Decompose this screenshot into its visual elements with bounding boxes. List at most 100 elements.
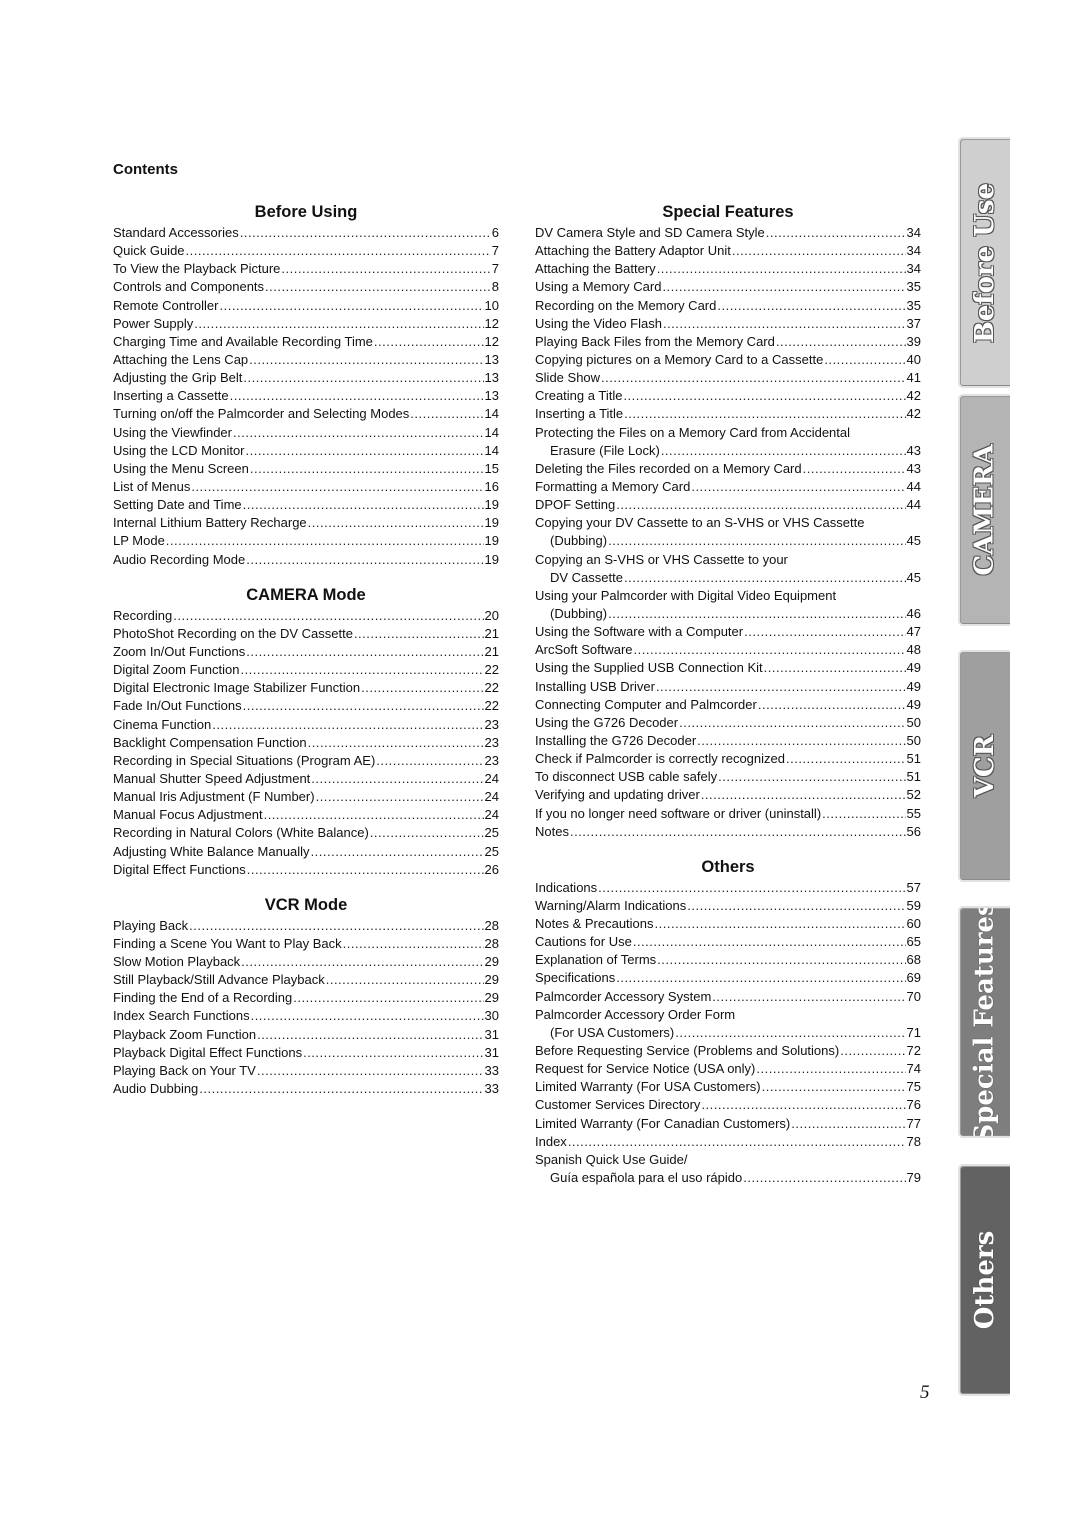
side-tab-label: Before Use <box>970 182 1001 343</box>
toc-entry[interactable]: Backlight Compensation Function 23 <box>113 734 499 752</box>
toc-entry[interactable]: Power Supply 12 <box>113 315 499 333</box>
toc-entry[interactable]: Digital Effect Functions 26 <box>113 861 499 879</box>
toc-entry-title: Using the Video Flash <box>535 315 662 331</box>
toc-entry[interactable]: Slide Show 41 <box>535 369 921 387</box>
toc-entry-title: Formatting a Memory Card <box>535 478 691 494</box>
toc-entry[interactable]: Connecting Computer and Palmcorder 49 <box>535 696 921 714</box>
toc-entry[interactable]: Using the Software with a Computer 47 <box>535 623 921 641</box>
toc-entry[interactable]: Inserting a Title 42 <box>535 405 921 423</box>
toc-entry[interactable]: Cautions for Use 65 <box>535 933 921 951</box>
toc-entry[interactable]: Attaching the Battery 34 <box>535 260 921 278</box>
toc-entry[interactable]: Before Requesting Service (Problems and … <box>535 1042 921 1060</box>
toc-entry[interactable]: Notes 56 <box>535 823 921 841</box>
toc-entry[interactable]: Recording on the Memory Card 35 <box>535 297 921 315</box>
toc-entry[interactable]: Quick Guide 7 <box>113 242 499 260</box>
toc-entry[interactable]: Customer Services Directory 76 <box>535 1096 921 1114</box>
toc-entry[interactable]: Finding the End of a Recording 29 <box>113 989 499 1007</box>
toc-entry[interactable]: Playing Back Files from the Memory Card 3… <box>535 333 921 351</box>
toc-entry[interactable]: Playing Back on Your TV 33 <box>113 1062 499 1080</box>
toc-entry[interactable]: Manual Shutter Speed Adjustment 24 <box>113 770 499 788</box>
toc-entry[interactable]: Inserting a Cassette 13 <box>113 387 499 405</box>
toc-entry[interactable]: Copying pictures on a Memory Card to a C… <box>535 351 921 369</box>
toc-entry[interactable]: Controls and Components 8 <box>113 278 499 296</box>
toc-entry[interactable]: Check if Palmcorder is correctly recogni… <box>535 750 921 768</box>
toc-entry[interactable]: Turning on/off the Palmcorder and Select… <box>113 405 499 423</box>
dot-leader <box>691 478 905 496</box>
toc-entry[interactable]: Digital Zoom Function 22 <box>113 661 499 679</box>
toc-entry[interactable]: Installing the G726 Decoder 50 <box>535 732 921 750</box>
toc-entry[interactable]: Remote Controller 10 <box>113 297 499 315</box>
toc-entry[interactable]: Zoom In/Out Functions 21 <box>113 643 499 661</box>
toc-entry[interactable]: Cinema Function 23 <box>113 716 499 734</box>
toc-entry[interactable]: List of Menus 16 <box>113 478 499 496</box>
toc-entry[interactable]: Formatting a Memory Card 44 <box>535 478 921 496</box>
toc-entry[interactable]: (For USA Customers) 71 <box>535 1024 921 1042</box>
toc-entry[interactable]: Installing USB Driver 49 <box>535 678 921 696</box>
toc-entry[interactable]: Erasure (File Lock) 43 <box>535 442 921 460</box>
toc-entry[interactable]: Digital Electronic Image Stabilizer Func… <box>113 679 499 697</box>
toc-entry[interactable]: Notes & Precautions 60 <box>535 915 921 933</box>
toc-entry[interactable]: Manual Iris Adjustment (F Number) 24 <box>113 788 499 806</box>
toc-entry[interactable]: Playback Digital Effect Functions 31 <box>113 1044 499 1062</box>
toc-entry[interactable]: Recording 20 <box>113 607 499 625</box>
toc-entry[interactable]: To disconnect USB cable safely 51 <box>535 768 921 786</box>
toc-entry[interactable]: Fade In/Out Functions 22 <box>113 697 499 715</box>
toc-entry[interactable]: To View the Playback Picture 7 <box>113 260 499 278</box>
toc-entry[interactable]: Attaching the Lens Cap 13 <box>113 351 499 369</box>
toc-entry[interactable]: Recording in Special Situations (Program… <box>113 752 499 770</box>
toc-entry[interactable]: (Dubbing) 46 <box>535 605 921 623</box>
toc-entry[interactable]: Using a Memory Card 35 <box>535 278 921 296</box>
toc-entry[interactable]: Index 78 <box>535 1133 921 1151</box>
toc-entry[interactable]: Using the Menu Screen 15 <box>113 460 499 478</box>
toc-entry[interactable]: Charging Time and Available Recording Ti… <box>113 333 499 351</box>
toc-entry[interactable]: Limited Warranty (For Canadian Customers… <box>535 1115 921 1133</box>
toc-entry[interactable]: Guía española para el uso rápido 79 <box>535 1169 921 1187</box>
toc-entry-title: Deleting the Files recorded on a Memory … <box>535 460 802 476</box>
toc-entry[interactable]: Palmcorder Accessory System 70 <box>535 988 921 1006</box>
toc-entry[interactable]: Indications 57 <box>535 879 921 897</box>
toc-entry[interactable]: Manual Focus Adjustment 24 <box>113 806 499 824</box>
toc-entry[interactable]: Finding a Scene You Want to Play Back 28 <box>113 935 499 953</box>
side-tab-others[interactable]: Others <box>958 1164 1010 1396</box>
toc-entry[interactable]: Using the Viewfinder 14 <box>113 424 499 442</box>
toc-entry[interactable]: Setting Date and Time 19 <box>113 496 499 514</box>
toc-entry[interactable]: Index Search Functions 30 <box>113 1007 499 1025</box>
toc-entry[interactable]: Specifications 69 <box>535 969 921 987</box>
toc-entry[interactable]: DPOF Setting 44 <box>535 496 921 514</box>
toc-entry[interactable]: Still Playback/Still Advance Playback 29 <box>113 971 499 989</box>
toc-entry[interactable]: Attaching the Battery Adaptor Unit 34 <box>535 242 921 260</box>
toc-entry[interactable]: Adjusting White Balance Manually 25 <box>113 843 499 861</box>
toc-entry[interactable]: DV Camera Style and SD Camera Style 34 <box>535 224 921 242</box>
toc-entry[interactable]: LP Mode 19 <box>113 532 499 550</box>
side-tab-camera[interactable]: CAMERA <box>958 394 1010 626</box>
toc-entry[interactable]: Playing Back 28 <box>113 917 499 935</box>
toc-entry[interactable]: Playback Zoom Function 31 <box>113 1026 499 1044</box>
toc-entry[interactable]: Limited Warranty (For USA Customers) 75 <box>535 1078 921 1096</box>
toc-entry[interactable]: If you no longer need software or driver… <box>535 805 921 823</box>
toc-entry[interactable]: Adjusting the Grip Belt 13 <box>113 369 499 387</box>
toc-entry[interactable]: Using the Supplied USB Connection Kit 49 <box>535 659 921 677</box>
toc-entry[interactable]: Internal Lithium Battery Recharge 19 <box>113 514 499 532</box>
toc-entry[interactable]: Audio Dubbing 33 <box>113 1080 499 1098</box>
toc-entry[interactable]: PhotoShot Recording on the DV Cassette 21 <box>113 625 499 643</box>
side-tab-before-use[interactable]: Before Use <box>958 137 1010 388</box>
side-tab-vcr[interactable]: VCR <box>958 650 1010 882</box>
toc-entry[interactable]: Slow Motion Playback 29 <box>113 953 499 971</box>
toc-entry[interactable]: Using the G726 Decoder 50 <box>535 714 921 732</box>
toc-entry[interactable]: Creating a Title 42 <box>535 387 921 405</box>
side-tab-special-features[interactable]: Special Features <box>958 906 1010 1138</box>
toc-entry[interactable]: Explanation of Terms 68 <box>535 951 921 969</box>
toc-entry[interactable]: Using the LCD Monitor 14 <box>113 442 499 460</box>
toc-entry[interactable]: Standard Accessories 6 <box>113 224 499 242</box>
toc-entry[interactable]: Verifying and updating driver 52 <box>535 786 921 804</box>
toc-entry[interactable]: Audio Recording Mode 19 <box>113 551 499 569</box>
toc-entry[interactable]: Recording in Natural Colors (White Balan… <box>113 824 499 842</box>
toc-entry[interactable]: ArcSoft Software 48 <box>535 641 921 659</box>
toc-entry[interactable]: Warning/Alarm Indications 59 <box>535 897 921 915</box>
toc-entry[interactable]: Deleting the Files recorded on a Memory … <box>535 460 921 478</box>
toc-entry[interactable]: Request for Service Notice (USA only) 74 <box>535 1060 921 1078</box>
toc-entry[interactable]: DV Cassette 45 <box>535 569 921 587</box>
toc-entry[interactable]: (Dubbing) 45 <box>535 532 921 550</box>
toc-entry-page: 16 <box>484 478 499 494</box>
toc-entry[interactable]: Using the Video Flash 37 <box>535 315 921 333</box>
